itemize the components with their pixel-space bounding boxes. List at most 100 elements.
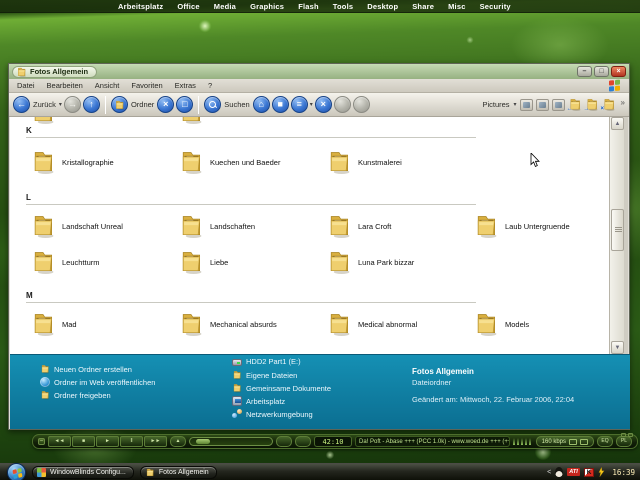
- top-menu-item-flash[interactable]: Flash: [298, 2, 319, 11]
- seek-slider[interactable]: [189, 437, 273, 446]
- folder-item[interactable]: Kunstmalerei: [326, 149, 466, 179]
- top-menu-item-media[interactable]: Media: [214, 2, 236, 11]
- folders-button[interactable]: [111, 96, 128, 113]
- folder-item[interactable]: Liebe: [178, 249, 318, 279]
- folder-item[interactable]: Mechanical absurds: [178, 311, 318, 341]
- pause-button[interactable]: ‖: [120, 436, 143, 447]
- top-menu-item-share[interactable]: Share: [412, 2, 434, 11]
- folder-item[interactable]: Landschaften: [178, 213, 318, 243]
- minimize-button[interactable]: –: [577, 66, 592, 77]
- image-view-icon[interactable]: [520, 99, 533, 111]
- views-dropdown-icon[interactable]: ▾: [310, 101, 313, 108]
- menu-favoriten[interactable]: Favoriten: [131, 81, 162, 90]
- delete-button[interactable]: ×: [315, 96, 332, 113]
- player-option-a-button[interactable]: [276, 436, 292, 447]
- print-button[interactable]: [334, 96, 351, 113]
- player-shade-icon[interactable]: [621, 433, 626, 437]
- top-menu-item-desktop[interactable]: Desktop: [367, 2, 398, 11]
- shuffle-mini-icon[interactable]: [580, 439, 588, 445]
- top-menu-item-misc[interactable]: Misc: [448, 2, 465, 11]
- scrollbar-thumb[interactable]: [611, 209, 624, 251]
- back-button[interactable]: ←: [13, 96, 30, 113]
- menu-datei[interactable]: Datei: [17, 81, 35, 90]
- prev-button[interactable]: ◄◄: [48, 436, 71, 447]
- eq-button[interactable]: EQ: [597, 436, 613, 447]
- folder-import-button[interactable]: ←: [568, 98, 582, 111]
- properties-button[interactable]: [353, 96, 370, 113]
- document-button[interactable]: ■: [272, 96, 289, 113]
- playlist-button[interactable]: PL: [616, 436, 632, 447]
- folder-item[interactable]: Kristallographie: [30, 149, 170, 179]
- up-button[interactable]: ↑: [83, 96, 100, 113]
- filter-icon[interactable]: [552, 99, 565, 111]
- player-window-buttons[interactable]: [621, 433, 633, 437]
- search-label[interactable]: Suchen: [224, 100, 249, 109]
- folder-item[interactable]: Laub Untergruende: [473, 213, 609, 243]
- home-button[interactable]: ⌂: [253, 96, 270, 113]
- task-new-folder[interactable]: Neuen Ordner erstellen: [40, 364, 132, 374]
- stop-button[interactable]: ■: [72, 436, 95, 447]
- folder-item[interactable]: Models: [473, 311, 609, 341]
- vertical-scrollbar[interactable]: ▲ ▼: [609, 117, 624, 354]
- scroll-up-button[interactable]: ▲: [611, 117, 624, 130]
- pictures-dropdown[interactable]: Pictures: [482, 100, 509, 109]
- folder-item[interactable]: Kuechen und Baeder: [178, 149, 318, 179]
- folders-label[interactable]: Ordner: [131, 100, 154, 109]
- toolbar-overflow-chevron[interactable]: »: [621, 98, 625, 107]
- folder-item[interactable]: Landschaft Unreal: [30, 213, 170, 243]
- top-menu-item-tools[interactable]: Tools: [333, 2, 353, 11]
- menu-bearbeiten[interactable]: Bearbeiten: [47, 81, 83, 90]
- menu-hilfe[interactable]: ?: [208, 81, 212, 90]
- place-gemeinsame-dokumente[interactable]: Gemeinsame Dokumente: [232, 383, 331, 393]
- lightning-tray-icon[interactable]: [598, 467, 605, 478]
- top-menu-item-security[interactable]: Security: [480, 2, 511, 11]
- start-button[interactable]: [7, 463, 26, 480]
- place-hdd2[interactable]: HDD2 Part1 (E:): [232, 357, 301, 366]
- place-eigene-dateien[interactable]: Eigene Dateien: [232, 370, 297, 380]
- media-player-bar[interactable]: – ◄◄ ■ ► ‖ ►► ▲ 42:10 Da! Poft - Abase +…: [32, 434, 638, 449]
- search-button[interactable]: [204, 96, 221, 113]
- cut-button[interactable]: ×: [157, 96, 174, 113]
- back-dropdown-icon[interactable]: ▾: [59, 101, 62, 108]
- taskbar-button-fotos-allgemein[interactable]: Fotos Allgemein: [140, 466, 217, 479]
- seek-knob[interactable]: [196, 439, 210, 444]
- menu-extras[interactable]: Extras: [175, 81, 196, 90]
- ati-tray-icon[interactable]: ATI: [567, 468, 579, 476]
- pictures-dropdown-icon[interactable]: ▾: [514, 101, 517, 108]
- menu-ansicht[interactable]: Ansicht: [95, 81, 120, 90]
- folder-delete-button[interactable]: ×: [602, 98, 616, 111]
- player-collapse-button[interactable]: –: [38, 438, 45, 445]
- folder-item[interactable]: Leuchtturm: [30, 249, 170, 279]
- next-button[interactable]: ►►: [144, 436, 167, 447]
- folder-export-button[interactable]: →: [585, 98, 599, 111]
- top-menu-item-arbeitsplatz[interactable]: Arbeitsplatz: [118, 2, 163, 11]
- close-button[interactable]: ×: [611, 66, 626, 77]
- task-share-folder[interactable]: Ordner freigeben: [40, 390, 111, 400]
- player-close-icon[interactable]: [628, 433, 633, 437]
- scroll-down-button[interactable]: ▼: [611, 341, 624, 354]
- forward-button[interactable]: →: [64, 96, 81, 113]
- place-netzwerkumgebung[interactable]: Netzwerkumgebung: [232, 409, 313, 419]
- file-list-pane[interactable]: K Kristallographie Kuechen und Baeder Ku…: [10, 117, 609, 354]
- tux-tray-icon[interactable]: [555, 467, 563, 477]
- taskbar-clock[interactable]: 16:39: [612, 468, 635, 477]
- folder-item[interactable]: Mad: [30, 311, 170, 341]
- taskbar-button-windowblinds[interactable]: WindowBlinds Configu...: [32, 466, 134, 479]
- top-menu-item-graphics[interactable]: Graphics: [250, 2, 284, 11]
- place-arbeitsplatz[interactable]: Arbeitsplatz: [232, 396, 285, 406]
- k-tray-icon[interactable]: K: [584, 468, 595, 477]
- player-option-b-button[interactable]: [295, 436, 311, 447]
- folder-item[interactable]: Medical abnormal: [326, 311, 466, 341]
- views-button[interactable]: ≡: [291, 96, 308, 113]
- task-publish-web[interactable]: Ordner im Web veröffentlichen: [40, 377, 155, 387]
- folder-item[interactable]: Lara Croft: [326, 213, 466, 243]
- copy-button[interactable]: □: [176, 96, 193, 113]
- play-button[interactable]: ►: [96, 436, 119, 447]
- eject-button[interactable]: ▲: [170, 436, 186, 447]
- slideshow-icon[interactable]: [536, 99, 549, 111]
- folder-item[interactable]: Luna Park bizzar: [326, 249, 466, 279]
- playlist-mini-icon[interactable]: [569, 439, 577, 445]
- back-label[interactable]: Zurück: [33, 100, 56, 109]
- title-bar[interactable]: Fotos Allgemein – □ ×: [9, 64, 629, 79]
- maximize-button[interactable]: □: [594, 66, 609, 77]
